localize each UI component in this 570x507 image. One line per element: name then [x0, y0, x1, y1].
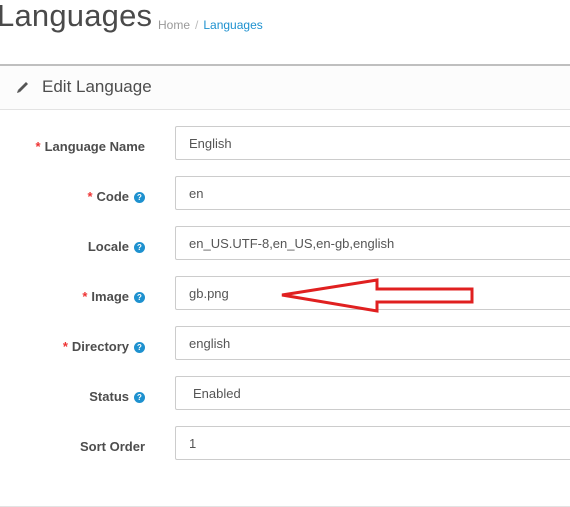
- form-row-code: * Code? en: [0, 176, 570, 226]
- language-name-input[interactable]: English: [175, 126, 570, 160]
- code-input[interactable]: en: [175, 176, 570, 210]
- form-row-locale: Locale? en_US.UTF-8,en_US,en-gb,english: [0, 226, 570, 276]
- breadcrumb-home[interactable]: Home: [158, 18, 190, 32]
- sort-order-label: Sort Order: [79, 439, 145, 454]
- directory-input[interactable]: english: [175, 326, 570, 360]
- form-row-status: Status? Enabled: [0, 376, 570, 426]
- help-icon[interactable]: ?: [134, 292, 145, 303]
- breadcrumb: Home / Languages: [158, 18, 263, 32]
- form-row-sort-order: Sort Order 1: [0, 426, 570, 476]
- help-icon[interactable]: ?: [134, 342, 145, 353]
- status-select[interactable]: Enabled: [175, 376, 570, 410]
- form-row-language-name: * Language Name English: [0, 126, 570, 176]
- required-marker: *: [82, 289, 88, 304]
- sort-order-input[interactable]: 1: [175, 426, 570, 460]
- help-icon[interactable]: ?: [134, 192, 145, 203]
- pencil-icon: [16, 80, 30, 99]
- locale-label: Locale?: [88, 239, 145, 254]
- page-title: Languages: [0, 0, 153, 33]
- code-label: * Code?: [87, 189, 145, 204]
- required-marker: *: [87, 189, 93, 204]
- panel-heading-text: Edit Language: [42, 77, 152, 96]
- annotation-arrow-icon: [281, 278, 474, 313]
- locale-input[interactable]: en_US.UTF-8,en_US,en-gb,english: [175, 226, 570, 260]
- language-name-label: * Language Name: [35, 139, 145, 154]
- help-icon[interactable]: ?: [134, 392, 145, 403]
- image-label: * Image?: [82, 289, 145, 304]
- required-marker: *: [62, 339, 68, 354]
- form-row-directory: * Directory? english: [0, 326, 570, 376]
- status-label: Status?: [89, 389, 145, 404]
- required-marker: *: [35, 139, 41, 154]
- directory-label: * Directory?: [63, 339, 145, 354]
- breadcrumb-separator: /: [195, 18, 199, 32]
- help-icon[interactable]: ?: [134, 242, 145, 253]
- panel-heading: Edit Language: [0, 66, 570, 110]
- breadcrumb-languages[interactable]: Languages: [203, 18, 262, 32]
